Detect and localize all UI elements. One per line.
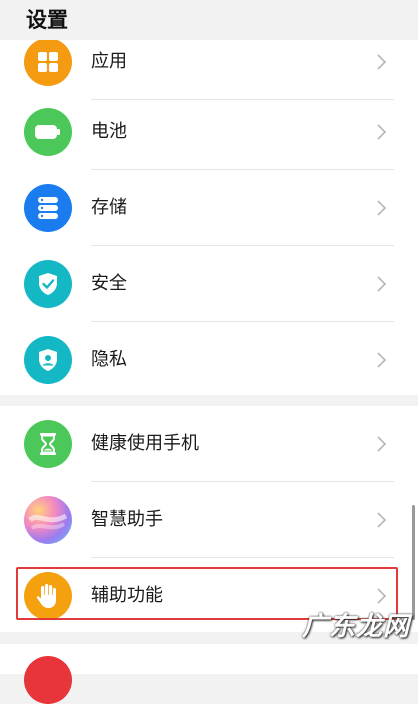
header-bar: 设置 — [0, 0, 418, 40]
settings-item-label: 智慧助手 — [91, 509, 163, 530]
scrollbar[interactable] — [412, 505, 415, 620]
settings-item-battery[interactable]: 电池 — [0, 94, 418, 170]
chevron-right-icon — [377, 512, 387, 528]
chevron-right-icon — [377, 352, 387, 368]
chevron-right-icon — [377, 124, 387, 140]
settings-item-digital-balance[interactable]: 健康使用手机 — [0, 406, 418, 482]
page-title: 设置 — [26, 8, 68, 32]
chevron-right-icon — [377, 276, 387, 292]
settings-item-label: 电池 — [91, 121, 127, 142]
chevron-right-icon — [377, 54, 387, 70]
privacy-shield-icon — [24, 336, 72, 384]
settings-card-3 — [0, 644, 418, 704]
settings-item-storage[interactable]: 存储 — [0, 170, 418, 246]
chevron-right-icon — [377, 200, 387, 216]
storage-icon — [24, 184, 72, 232]
battery-icon — [24, 108, 72, 156]
settings-item-security[interactable]: 安全 — [0, 246, 418, 322]
hourglass-icon — [24, 420, 72, 468]
apps-icon — [24, 38, 72, 86]
watermark: 广东龙网 — [301, 612, 410, 642]
settings-item-label: 存储 — [91, 197, 127, 218]
settings-item-label: 隐私 — [91, 349, 127, 370]
assistant-orb-icon — [24, 496, 72, 544]
settings-card-1: 应用 电池 存储 安全 隐私 — [0, 28, 418, 395]
next-item-icon — [24, 656, 72, 704]
settings-item-label: 健康使用手机 — [91, 433, 199, 454]
settings-item-smart-assistant[interactable]: 智慧助手 — [0, 482, 418, 558]
settings-item-privacy[interactable]: 隐私 — [0, 322, 418, 398]
settings-item-label: 安全 — [91, 273, 127, 294]
shield-check-icon — [24, 260, 72, 308]
chevron-right-icon — [377, 436, 387, 452]
